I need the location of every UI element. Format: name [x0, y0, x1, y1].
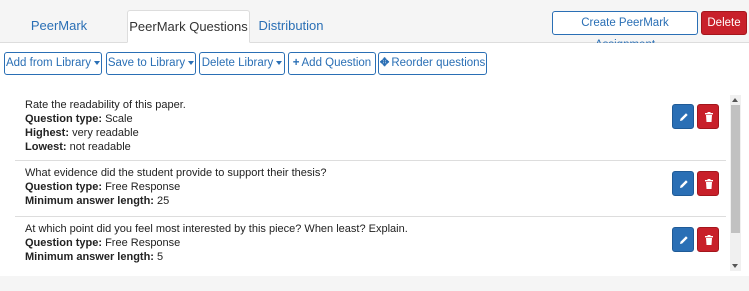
caret-down-icon	[94, 60, 100, 65]
delete-question-button[interactable]	[697, 227, 719, 252]
field-value: Free Response	[105, 237, 181, 249]
question-item: At which point did you feel most interes…	[15, 217, 726, 271]
field-label: Minimum answer length:	[25, 195, 154, 207]
field-label: Lowest:	[25, 141, 67, 153]
field-value: 5	[157, 251, 164, 263]
field-label: Highest:	[25, 127, 69, 139]
plus-icon: +	[292, 57, 300, 69]
caret-down-icon	[276, 60, 283, 65]
tab-distribution[interactable]: Distribution	[258, 10, 324, 43]
question-item: What evidence did the student provide to…	[15, 161, 726, 217]
question-field: Question type: Scale	[25, 113, 133, 125]
delete-question-button[interactable]	[697, 171, 719, 196]
question-field: Minimum answer length: 5	[25, 251, 163, 263]
question-field: Minimum answer length: 25	[25, 195, 169, 207]
field-value: not readable	[69, 141, 131, 153]
add-question-label: Add Question	[301, 57, 372, 69]
edit-question-button[interactable]	[672, 171, 694, 196]
tab-peermark-questions[interactable]: PeerMark Questions	[127, 10, 250, 43]
pencil-icon	[680, 236, 688, 244]
field-value: Free Response	[105, 181, 181, 193]
question-text: At which point did you feel most interes…	[25, 223, 408, 235]
field-label: Question type:	[25, 113, 103, 125]
question-text: Rate the readability of this paper.	[25, 99, 186, 111]
delete-button[interactable]: Delete	[701, 11, 747, 35]
add-question-button[interactable]: + Add Question	[288, 52, 376, 75]
pencil-icon	[680, 180, 688, 188]
questions-panel: Add from Library Save to Library Delete …	[0, 43, 749, 276]
create-peermark-assignment-button[interactable]: Create PeerMark Assignment	[552, 11, 698, 51]
scroll-thumb[interactable]	[731, 105, 740, 233]
field-value: very readable	[72, 127, 139, 139]
save-to-library-label: Save to Library	[107, 57, 186, 69]
move-arrows-icon: ✥	[379, 57, 390, 69]
delete-library-label: Delete Library	[201, 57, 274, 69]
field-label: Question type:	[25, 237, 103, 249]
top-bar: PeerMark Assignment PeerMark Questions D…	[0, 0, 749, 64]
add-from-library-label: Add from Library	[5, 57, 91, 69]
question-text: What evidence did the student provide to…	[25, 167, 327, 179]
edit-question-button[interactable]	[672, 227, 694, 252]
tab-peermark-assignment[interactable]: PeerMark Assignment	[3, 10, 115, 64]
question-list: Rate the readability of this paper. Ques…	[15, 95, 726, 271]
add-from-library-dropdown[interactable]: Add from Library	[4, 52, 102, 75]
trash-icon	[705, 112, 713, 122]
question-field: Question type: Free Response	[25, 237, 180, 249]
edit-question-button[interactable]	[672, 104, 694, 129]
question-list-scrollbar[interactable]	[730, 95, 741, 271]
delete-library-dropdown[interactable]: Delete Library	[199, 52, 285, 75]
pencil-icon	[680, 113, 688, 121]
reorder-questions-button[interactable]: ✥ Reorder questions	[378, 52, 487, 75]
caret-down-icon	[188, 60, 195, 65]
reorder-questions-label: Reorder questions	[391, 57, 486, 69]
question-field: Question type: Free Response	[25, 181, 180, 193]
field-value: 25	[157, 195, 170, 207]
field-label: Question type:	[25, 181, 103, 193]
question-field: Lowest: not readable	[25, 141, 131, 153]
scroll-up-arrow-icon[interactable]	[732, 98, 738, 102]
field-value: Scale	[105, 113, 133, 125]
delete-question-button[interactable]	[697, 104, 719, 129]
save-to-library-dropdown[interactable]: Save to Library	[106, 52, 196, 75]
trash-icon	[705, 235, 713, 245]
trash-icon	[705, 179, 713, 189]
question-field: Highest: very readable	[25, 127, 139, 139]
scroll-down-arrow-icon[interactable]	[732, 264, 738, 268]
field-label: Minimum answer length:	[25, 251, 154, 263]
question-item: Rate the readability of this paper. Ques…	[15, 95, 726, 161]
